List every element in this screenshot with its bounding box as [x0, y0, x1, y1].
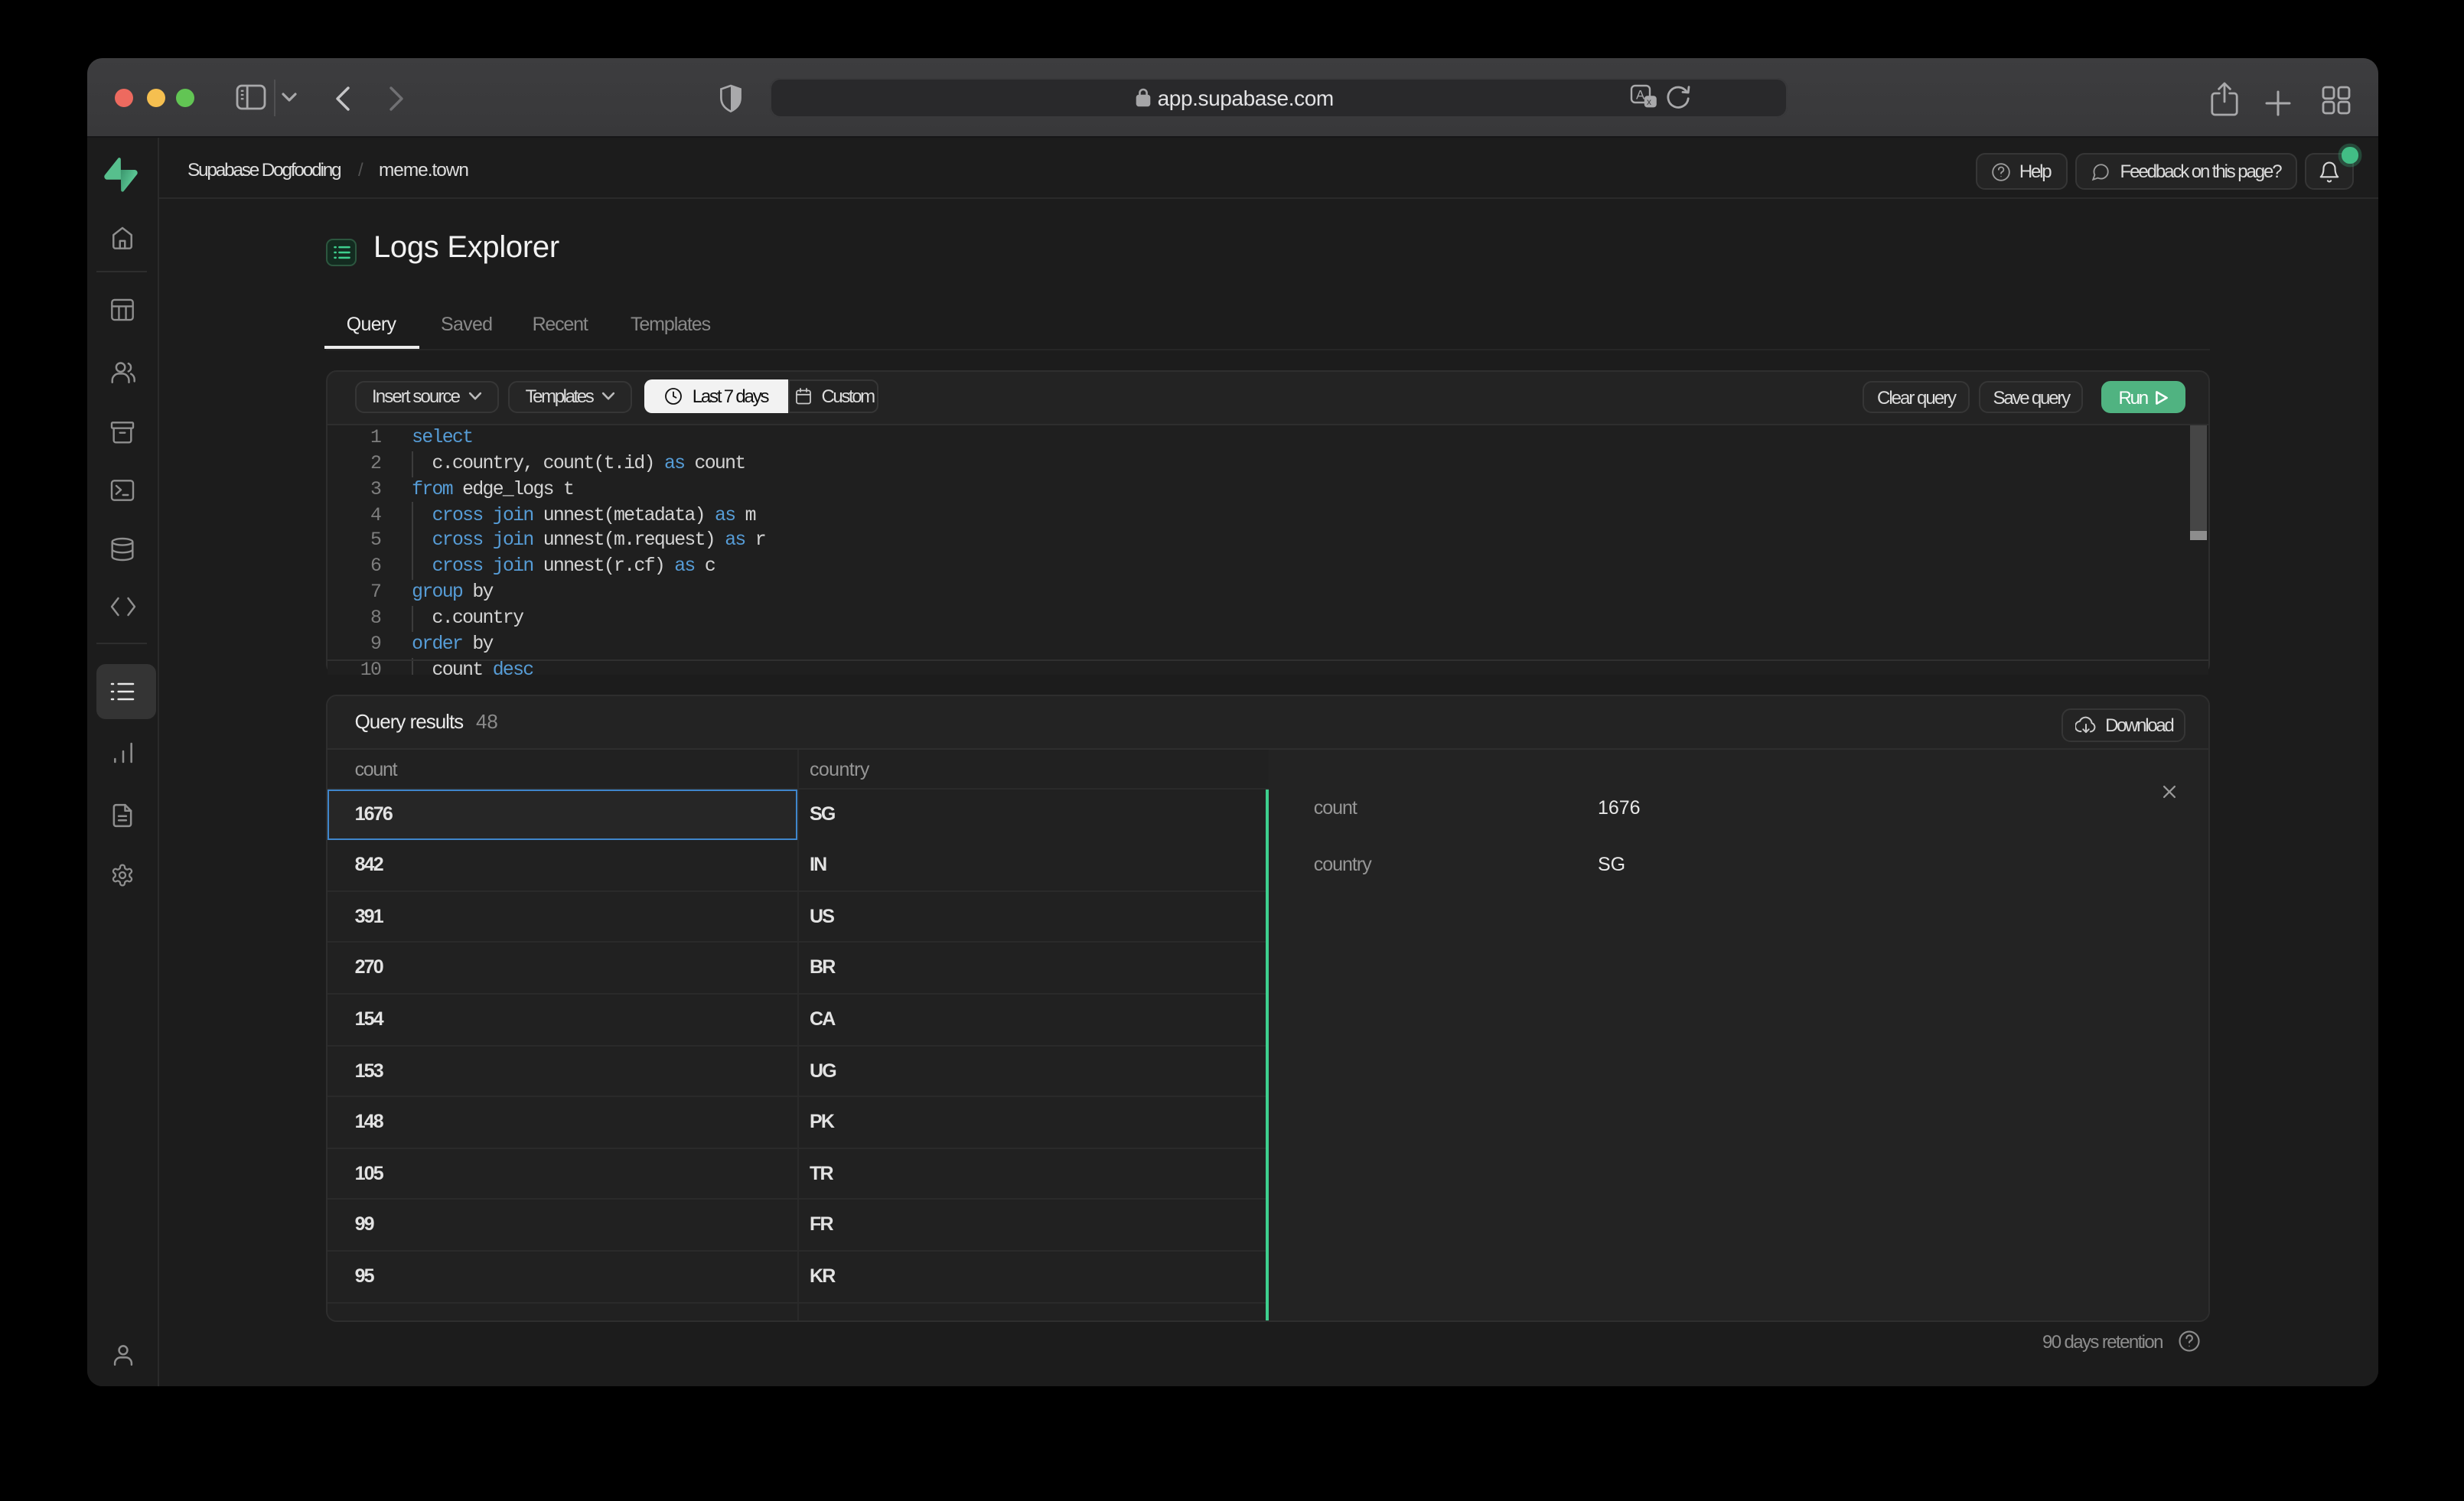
- svg-text:x: x: [1648, 96, 1652, 107]
- svg-text:A: A: [1637, 88, 1646, 103]
